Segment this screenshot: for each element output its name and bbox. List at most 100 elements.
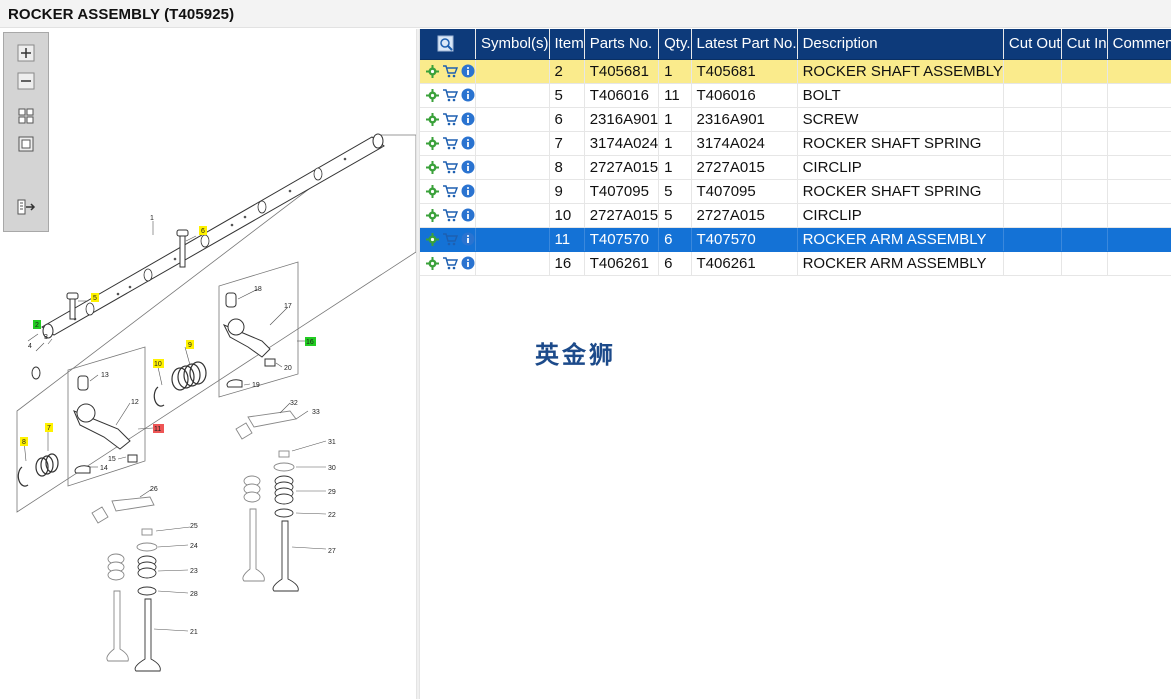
info-icon[interactable] xyxy=(461,88,475,102)
table-row[interactable]: 16 T406261 6 T406261 ROCKER ARM ASSEMBLY xyxy=(420,251,1171,276)
gear-icon[interactable] xyxy=(426,160,439,174)
spring-7[interactable] xyxy=(35,453,59,477)
callout-11[interactable]: 11 xyxy=(154,426,161,433)
callout-7[interactable]: 7 xyxy=(47,425,51,432)
gear-icon[interactable] xyxy=(426,184,439,198)
rocker-shaft[interactable] xyxy=(41,133,385,339)
column-header-tools[interactable] xyxy=(420,29,476,60)
gear-icon[interactable] xyxy=(426,112,439,126)
callout-10[interactable]: 10 xyxy=(154,361,162,368)
info-icon[interactable] xyxy=(461,136,475,150)
info-icon[interactable] xyxy=(461,112,475,126)
callout-20[interactable]: 20 xyxy=(284,365,292,372)
callout-5[interactable]: 5 xyxy=(93,295,97,302)
cart-icon[interactable] xyxy=(442,208,458,222)
fit-view-button[interactable] xyxy=(14,105,38,127)
cell-parts-no: 2727A015 xyxy=(584,155,660,180)
callout-19[interactable]: 19 xyxy=(252,382,260,389)
cart-icon[interactable] xyxy=(442,88,458,102)
info-icon[interactable] xyxy=(461,256,475,270)
callout-25[interactable]: 25 xyxy=(190,523,198,530)
table-row[interactable]: 6 2316A901 1 2316A901 SCREW xyxy=(420,107,1171,132)
callout-22[interactable]: 22 xyxy=(328,512,336,519)
table-row[interactable]: 5 T406016 11 T406016 BOLT xyxy=(420,83,1171,108)
valve-assembly-right[interactable] xyxy=(235,410,299,592)
table-row[interactable]: 10 2727A015 5 2727A015 CIRCLIP xyxy=(420,203,1171,228)
callout-6[interactable]: 6 xyxy=(201,228,205,235)
callout-21[interactable]: 21 xyxy=(190,629,198,636)
watermark-text: 英金狮 xyxy=(535,341,616,369)
column-header-comment[interactable]: Comment xyxy=(1107,29,1171,60)
table-row[interactable]: 7 3174A024 1 3174A024 ROCKER SHAFT SPRIN… xyxy=(420,131,1171,156)
callout-30[interactable]: 30 xyxy=(328,465,336,472)
shaft-end-plug[interactable] xyxy=(31,366,41,380)
circlip-10[interactable] xyxy=(153,386,165,407)
callout-15[interactable]: 15 xyxy=(108,456,116,463)
gear-icon[interactable] xyxy=(426,208,439,222)
callout-18[interactable]: 18 xyxy=(254,286,262,293)
row-actions xyxy=(420,251,476,276)
info-icon[interactable] xyxy=(461,184,475,198)
diagram-pane[interactable]: 1 2 3 4 5 6 7 8 9 10 11 12 13 14 15 16 1… xyxy=(0,29,416,699)
cart-icon[interactable] xyxy=(442,184,458,198)
info-icon[interactable] xyxy=(461,208,475,222)
rocker-arm-upper[interactable] xyxy=(222,292,276,388)
gear-icon[interactable] xyxy=(426,232,439,246)
spring-9[interactable] xyxy=(171,361,207,391)
callout-17[interactable]: 17 xyxy=(284,303,292,310)
column-header-latest-part-no[interactable]: Latest Part No. xyxy=(691,29,798,60)
callout-32[interactable]: 32 xyxy=(290,400,298,407)
callout-16[interactable]: 16 xyxy=(306,339,314,346)
cart-icon[interactable] xyxy=(442,64,458,78)
rocker-arm-lower[interactable] xyxy=(73,375,138,474)
gear-icon[interactable] xyxy=(426,64,439,78)
callout-33[interactable]: 33 xyxy=(312,409,320,416)
gear-icon[interactable] xyxy=(426,136,439,150)
circlip-8[interactable] xyxy=(17,466,29,487)
table-row[interactable]: 2 T405681 1 T405681 ROCKER SHAFT ASSEMBL… xyxy=(420,59,1171,84)
column-header-cut-out[interactable]: Cut Out xyxy=(1003,29,1062,60)
callout-31[interactable]: 31 xyxy=(328,439,336,446)
column-header-item[interactable]: Item xyxy=(549,29,585,60)
callout-2[interactable]: 2 xyxy=(35,322,39,329)
callout-24[interactable]: 24 xyxy=(190,543,198,550)
column-header-description[interactable]: Description xyxy=(797,29,1004,60)
column-header-qty[interactable]: Qty. xyxy=(658,29,692,60)
callout-4[interactable]: 4 xyxy=(28,343,32,350)
cart-icon[interactable] xyxy=(442,112,458,126)
cart-icon[interactable] xyxy=(442,160,458,174)
callout-14[interactable]: 14 xyxy=(100,465,108,472)
callout-9[interactable]: 9 xyxy=(188,342,192,349)
column-header-cut-in[interactable]: Cut In xyxy=(1061,29,1108,60)
callout-23[interactable]: 23 xyxy=(190,568,198,575)
find-icon xyxy=(437,35,454,52)
info-icon[interactable] xyxy=(461,160,475,174)
column-header-symbols[interactable]: Symbol(s) xyxy=(475,29,550,60)
cart-icon[interactable] xyxy=(442,136,458,150)
callout-28[interactable]: 28 xyxy=(190,591,198,598)
table-row[interactable]: 9 T407095 5 T407095 ROCKER SHAFT SPRING xyxy=(420,179,1171,204)
callout-3[interactable]: 3 xyxy=(44,334,48,341)
info-icon[interactable] xyxy=(461,232,475,246)
exploded-parts-diagram[interactable]: 1 2 3 4 5 6 7 8 9 10 11 12 13 14 15 16 1… xyxy=(0,129,416,689)
callout-27[interactable]: 27 xyxy=(328,548,336,555)
callout-26[interactable]: 26 xyxy=(150,486,158,493)
callout-29[interactable]: 29 xyxy=(328,489,336,496)
cart-icon[interactable] xyxy=(442,232,458,246)
gear-icon[interactable] xyxy=(426,88,439,102)
table-row[interactable]: 8 2727A015 1 2727A015 CIRCLIP xyxy=(420,155,1171,180)
cell-parts-no: T405681 xyxy=(584,59,660,84)
zoom-in-button[interactable] xyxy=(14,42,38,64)
callout-8[interactable]: 8 xyxy=(22,439,26,446)
info-icon[interactable] xyxy=(461,64,475,78)
zoom-out-button[interactable] xyxy=(14,70,38,92)
valve-assembly-left[interactable] xyxy=(91,496,161,672)
cell-parts-no: T407095 xyxy=(584,179,660,204)
cart-icon[interactable] xyxy=(442,256,458,270)
gear-icon[interactable] xyxy=(426,256,439,270)
callout-13[interactable]: 13 xyxy=(101,372,109,379)
callout-1[interactable]: 1 xyxy=(150,215,154,222)
table-row[interactable]: 11 T407570 6 T407570 ROCKER ARM ASSEMBLY xyxy=(420,227,1171,252)
column-header-parts-no[interactable]: Parts No. xyxy=(584,29,660,60)
callout-12[interactable]: 12 xyxy=(131,399,139,406)
